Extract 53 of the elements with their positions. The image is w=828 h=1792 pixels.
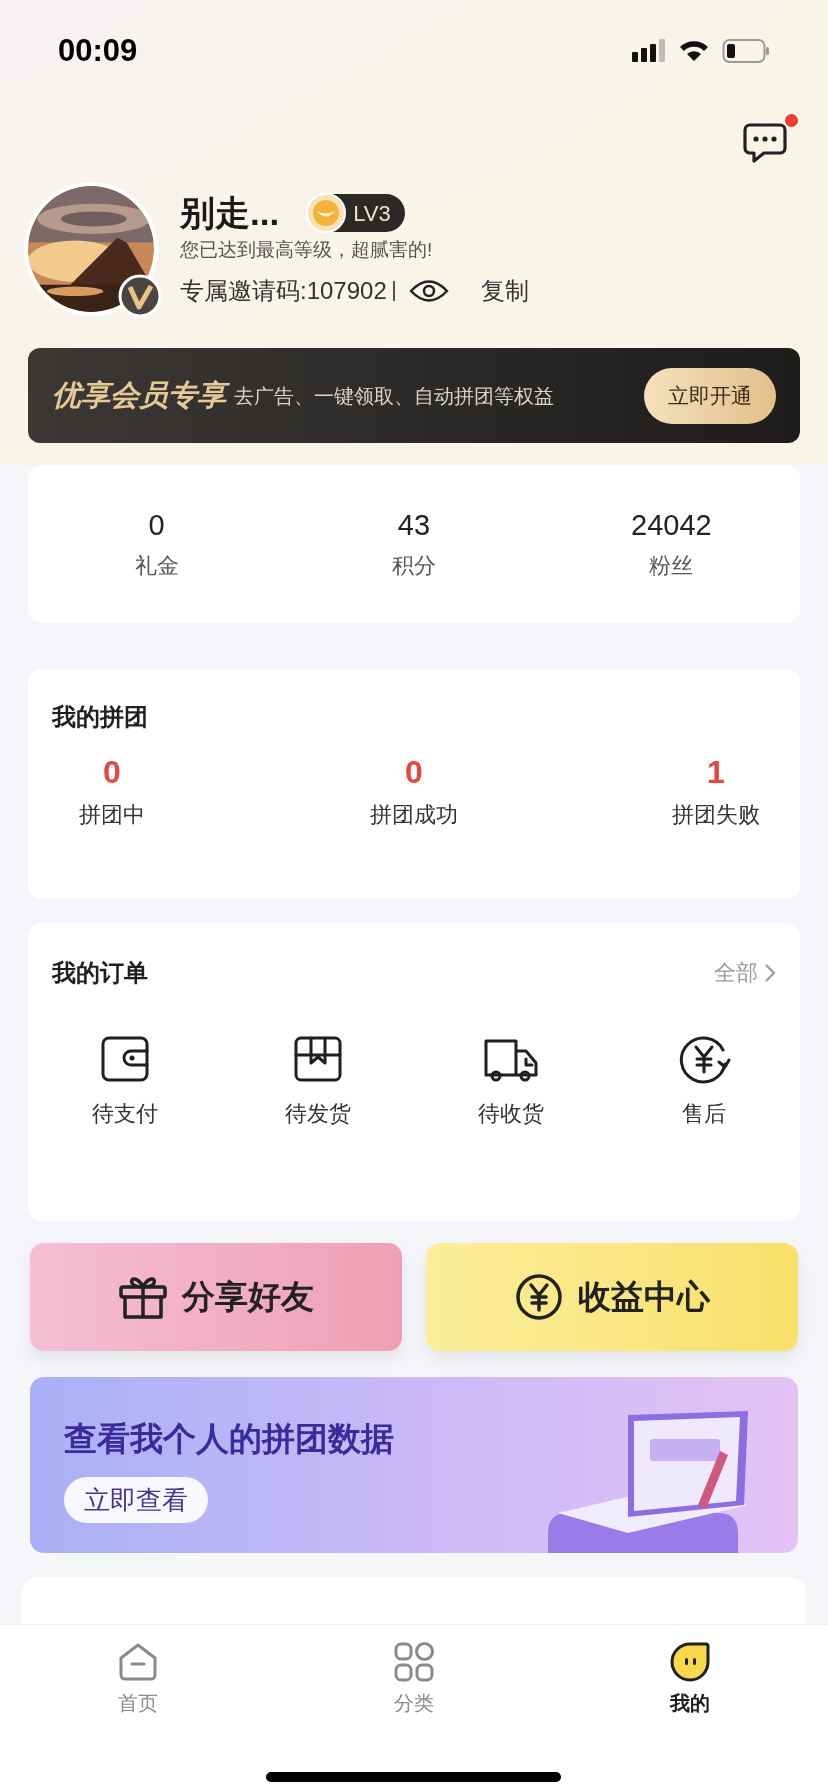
- group-label: 拼团成功: [370, 801, 458, 829]
- chat-icon: [742, 122, 788, 164]
- order-status-item[interactable]: 待支付: [28, 1031, 221, 1129]
- order-status-label: 待发货: [284, 1100, 351, 1128]
- vip-benefits: 去广告、一键领取、自动拼团等权益: [234, 383, 554, 409]
- order-status-label: 待收货: [477, 1100, 544, 1128]
- section-title: 我的订单: [52, 958, 148, 988]
- banner-title: 查看我个人的拼团数据: [64, 1419, 394, 1459]
- group-label: 拼团中: [79, 801, 145, 829]
- income-center-button[interactable]: 收益中心: [426, 1243, 798, 1351]
- group-stat[interactable]: 0 拼团成功: [354, 753, 474, 829]
- tab-bar-item[interactable]: 分类: [276, 1641, 552, 1717]
- verified-badge-icon: [118, 274, 162, 318]
- group-count: 1: [707, 753, 725, 791]
- order-status-label: 待支付: [91, 1100, 158, 1128]
- level-badge: LV3: [309, 194, 405, 232]
- group-data-banner[interactable]: 查看我个人的拼团数据 立即查看: [30, 1377, 798, 1553]
- order-status-item[interactable]: 待发货: [221, 1031, 414, 1129]
- stat-value: 0: [148, 508, 165, 542]
- stat-label: 积分: [392, 552, 436, 580]
- group-label: 拼团失败: [672, 801, 760, 829]
- ingot-coin-icon: [305, 192, 348, 234]
- smiley-icon: [669, 1641, 711, 1683]
- user-name: 别走...: [180, 192, 280, 234]
- invite-code: 专属邀请码:107902: [180, 276, 387, 306]
- wifi-icon: [678, 39, 710, 63]
- activate-button[interactable]: 立即开通: [644, 367, 776, 424]
- share-friends-button[interactable]: 分享好友: [30, 1243, 402, 1351]
- stat-value: 43: [397, 508, 431, 542]
- battery-icon: [722, 38, 770, 64]
- home-icon: [117, 1641, 159, 1683]
- status-time: 00:09: [58, 31, 138, 70]
- grid-icon: [393, 1641, 435, 1683]
- group-count: 0: [103, 753, 121, 791]
- copy-button[interactable]: 复制: [480, 275, 529, 307]
- section-title: 我的拼团: [52, 702, 149, 732]
- group-count: 0: [405, 753, 423, 791]
- eye-icon[interactable]: [408, 278, 449, 304]
- signal-icon: [632, 38, 666, 64]
- order-status-label: 售后: [681, 1100, 726, 1128]
- order-status-item[interactable]: 售后: [607, 1031, 800, 1129]
- level-message: 您已达到最高等级，超腻害的!: [180, 238, 434, 262]
- tab-bar-item[interactable]: 我的: [552, 1641, 828, 1717]
- group-stat[interactable]: 0 拼团中: [52, 753, 172, 829]
- stat-label: 礼金: [134, 552, 179, 580]
- order-status-item[interactable]: 待收货: [414, 1031, 607, 1129]
- stat-label: 粉丝: [649, 552, 694, 580]
- view-now-button[interactable]: 立即查看: [64, 1477, 208, 1523]
- yuan-coin-icon: [514, 1272, 564, 1322]
- group-stat[interactable]: 1 拼团失败: [656, 753, 776, 829]
- vip-banner[interactable]: 优享会员专享 去广告、一键领取、自动拼团等权益 立即开通: [28, 348, 800, 443]
- chevron-right-icon: [764, 963, 776, 983]
- stat-value: 24042: [631, 508, 712, 542]
